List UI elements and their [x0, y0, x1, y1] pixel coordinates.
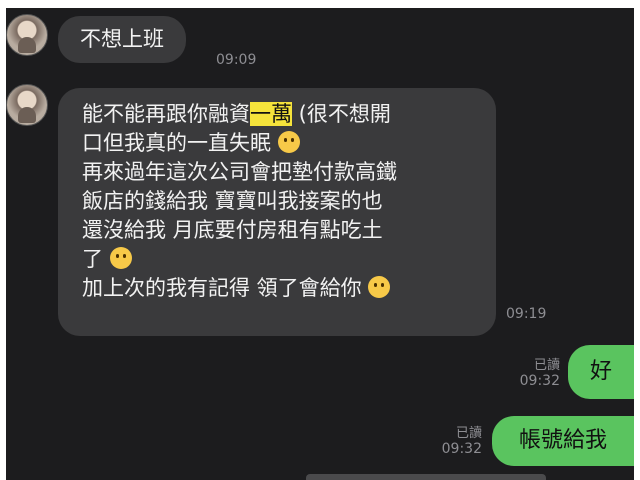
contact-avatar[interactable] [6, 84, 48, 126]
avatar-figure [18, 107, 36, 123]
message-text: (很不想開 [292, 102, 391, 126]
message-line: 加上次的我有記得 領了會給你 [82, 274, 472, 303]
message-time: 09:32 [441, 441, 482, 457]
crying-face-icon [368, 276, 391, 298]
message-text: 能不能再跟你融資 [82, 102, 250, 126]
message-text: 好 [589, 359, 612, 384]
incoming-message-bubble[interactable]: 不想上班 [58, 16, 186, 63]
message-time: 09:09 [216, 52, 257, 68]
message-line: 口但我真的一直失眠 [82, 129, 472, 158]
read-status: 已讀 [533, 358, 560, 373]
read-status: 已讀 [455, 426, 482, 441]
message-line: 還沒給我 月底要付房租有點吃土 [82, 218, 383, 242]
avatar-figure [18, 37, 36, 53]
message-text: 不想上班 [80, 27, 164, 51]
confused-face-icon [277, 131, 300, 153]
read-receipt: 已讀 09:32 [426, 422, 482, 457]
read-receipt: 已讀 09:32 [504, 354, 560, 389]
outgoing-message-bubble[interactable]: 好 [568, 345, 634, 399]
message-time: 09:32 [519, 373, 560, 389]
message-text: 帳號給我 [518, 428, 607, 453]
next-message-edge [306, 474, 546, 480]
incoming-message-bubble[interactable]: 能不能再跟你融資一萬 (很不想開 口但我真的一直失眠 再來過年這次公司會把墊付款… [58, 88, 496, 336]
message-text: 口但我真的一直失眠 [82, 131, 271, 155]
contact-avatar[interactable] [6, 14, 48, 56]
message-text: 了 [82, 247, 103, 271]
message-line: 飯店的錢給我 寶寶叫我接案的也 [82, 189, 383, 213]
message-time: 09:19 [506, 306, 547, 322]
message-line: 了 [82, 245, 472, 274]
message-line: 能不能再跟你融資一萬 (很不想開 [82, 100, 472, 129]
pensive-face-icon [109, 247, 132, 269]
message-line: 再來過年這次公司會把墊付款高鐵 [82, 160, 397, 184]
message-text: 加上次的我有記得 領了會給你 [82, 276, 362, 300]
outgoing-message-bubble[interactable]: 帳號給我 [492, 416, 634, 466]
chat-screen: 不想上班 09:09 能不能再跟你融資一萬 (很不想開 口但我真的一直失眠 再來… [6, 8, 634, 480]
highlighted-text: 一萬 [250, 102, 292, 126]
